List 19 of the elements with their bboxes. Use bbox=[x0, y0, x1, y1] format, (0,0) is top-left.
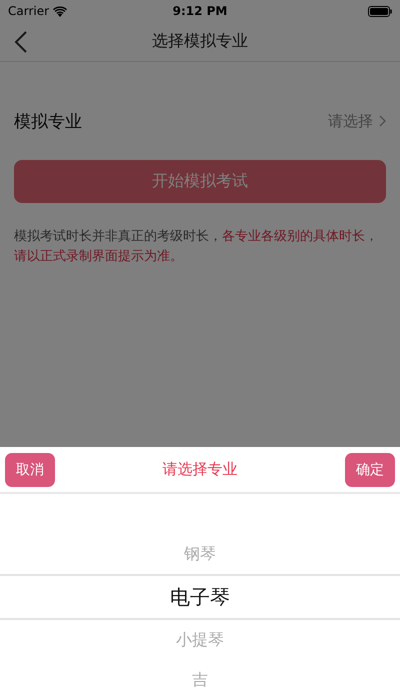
back-icon[interactable] bbox=[14, 30, 28, 54]
status-time: 9:12 PM bbox=[172, 4, 228, 18]
major-label: 模拟专业 bbox=[14, 110, 82, 132]
start-exam-button[interactable]: 开始模拟考试 bbox=[14, 160, 386, 203]
cancel-button[interactable]: 取消 bbox=[5, 452, 55, 486]
battery-icon bbox=[368, 6, 392, 16]
carrier-label: Carrier bbox=[8, 4, 50, 18]
dim-overlay[interactable] bbox=[0, 0, 400, 447]
note-text: 模拟考试时长并非真正的考级时长，各专业各级别的具体时长，请以正式录制界面提示为准。 bbox=[14, 228, 379, 266]
page-title: 选择模拟专业 bbox=[152, 31, 248, 52]
picker-option[interactable]: 电子琴 bbox=[0, 574, 400, 620]
picker-title: 请选择专业 bbox=[162, 460, 238, 479]
picker-option[interactable]: 钢琴 bbox=[0, 534, 400, 574]
picker-option[interactable]: 小提琴 bbox=[0, 620, 400, 660]
wifi-icon bbox=[53, 6, 68, 16]
major-value[interactable]: 请选择 bbox=[328, 112, 373, 130]
chevron-icon bbox=[379, 115, 386, 127]
confirm-button[interactable]: 确定 bbox=[345, 452, 395, 486]
picker-option[interactable]: 吉 bbox=[0, 660, 400, 700]
